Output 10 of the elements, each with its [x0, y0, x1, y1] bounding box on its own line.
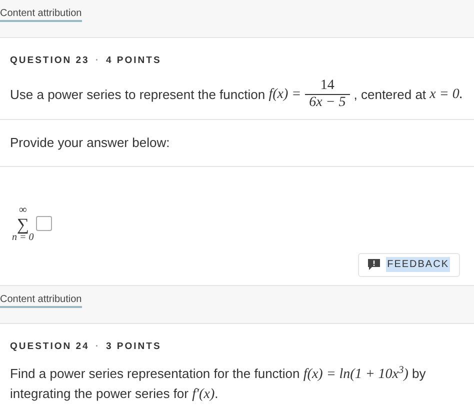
question-text: Find a power series representation for the function f(x) = ln(1 + 10x$^{3}$) by integrating the power series for f′(x). — [10, 364, 427, 404]
attribution-link[interactable]: Content attribution — [0, 294, 82, 308]
question-header: QUESTION 23 · 4 POINTS — [10, 54, 162, 68]
feedback-button[interactable]: FEEDBACK — [358, 252, 460, 277]
instruction-text: Provide your answer below: — [10, 134, 171, 152]
answer-field[interactable] — [36, 216, 52, 232]
summation-sign: ∞ ∑ n = 0 — [12, 204, 34, 243]
attribution-link[interactable]: Content attribution — [0, 8, 82, 22]
feedback-icon — [368, 259, 380, 270]
question-header: QUESTION 24 · 3 POINTS — [10, 340, 162, 354]
